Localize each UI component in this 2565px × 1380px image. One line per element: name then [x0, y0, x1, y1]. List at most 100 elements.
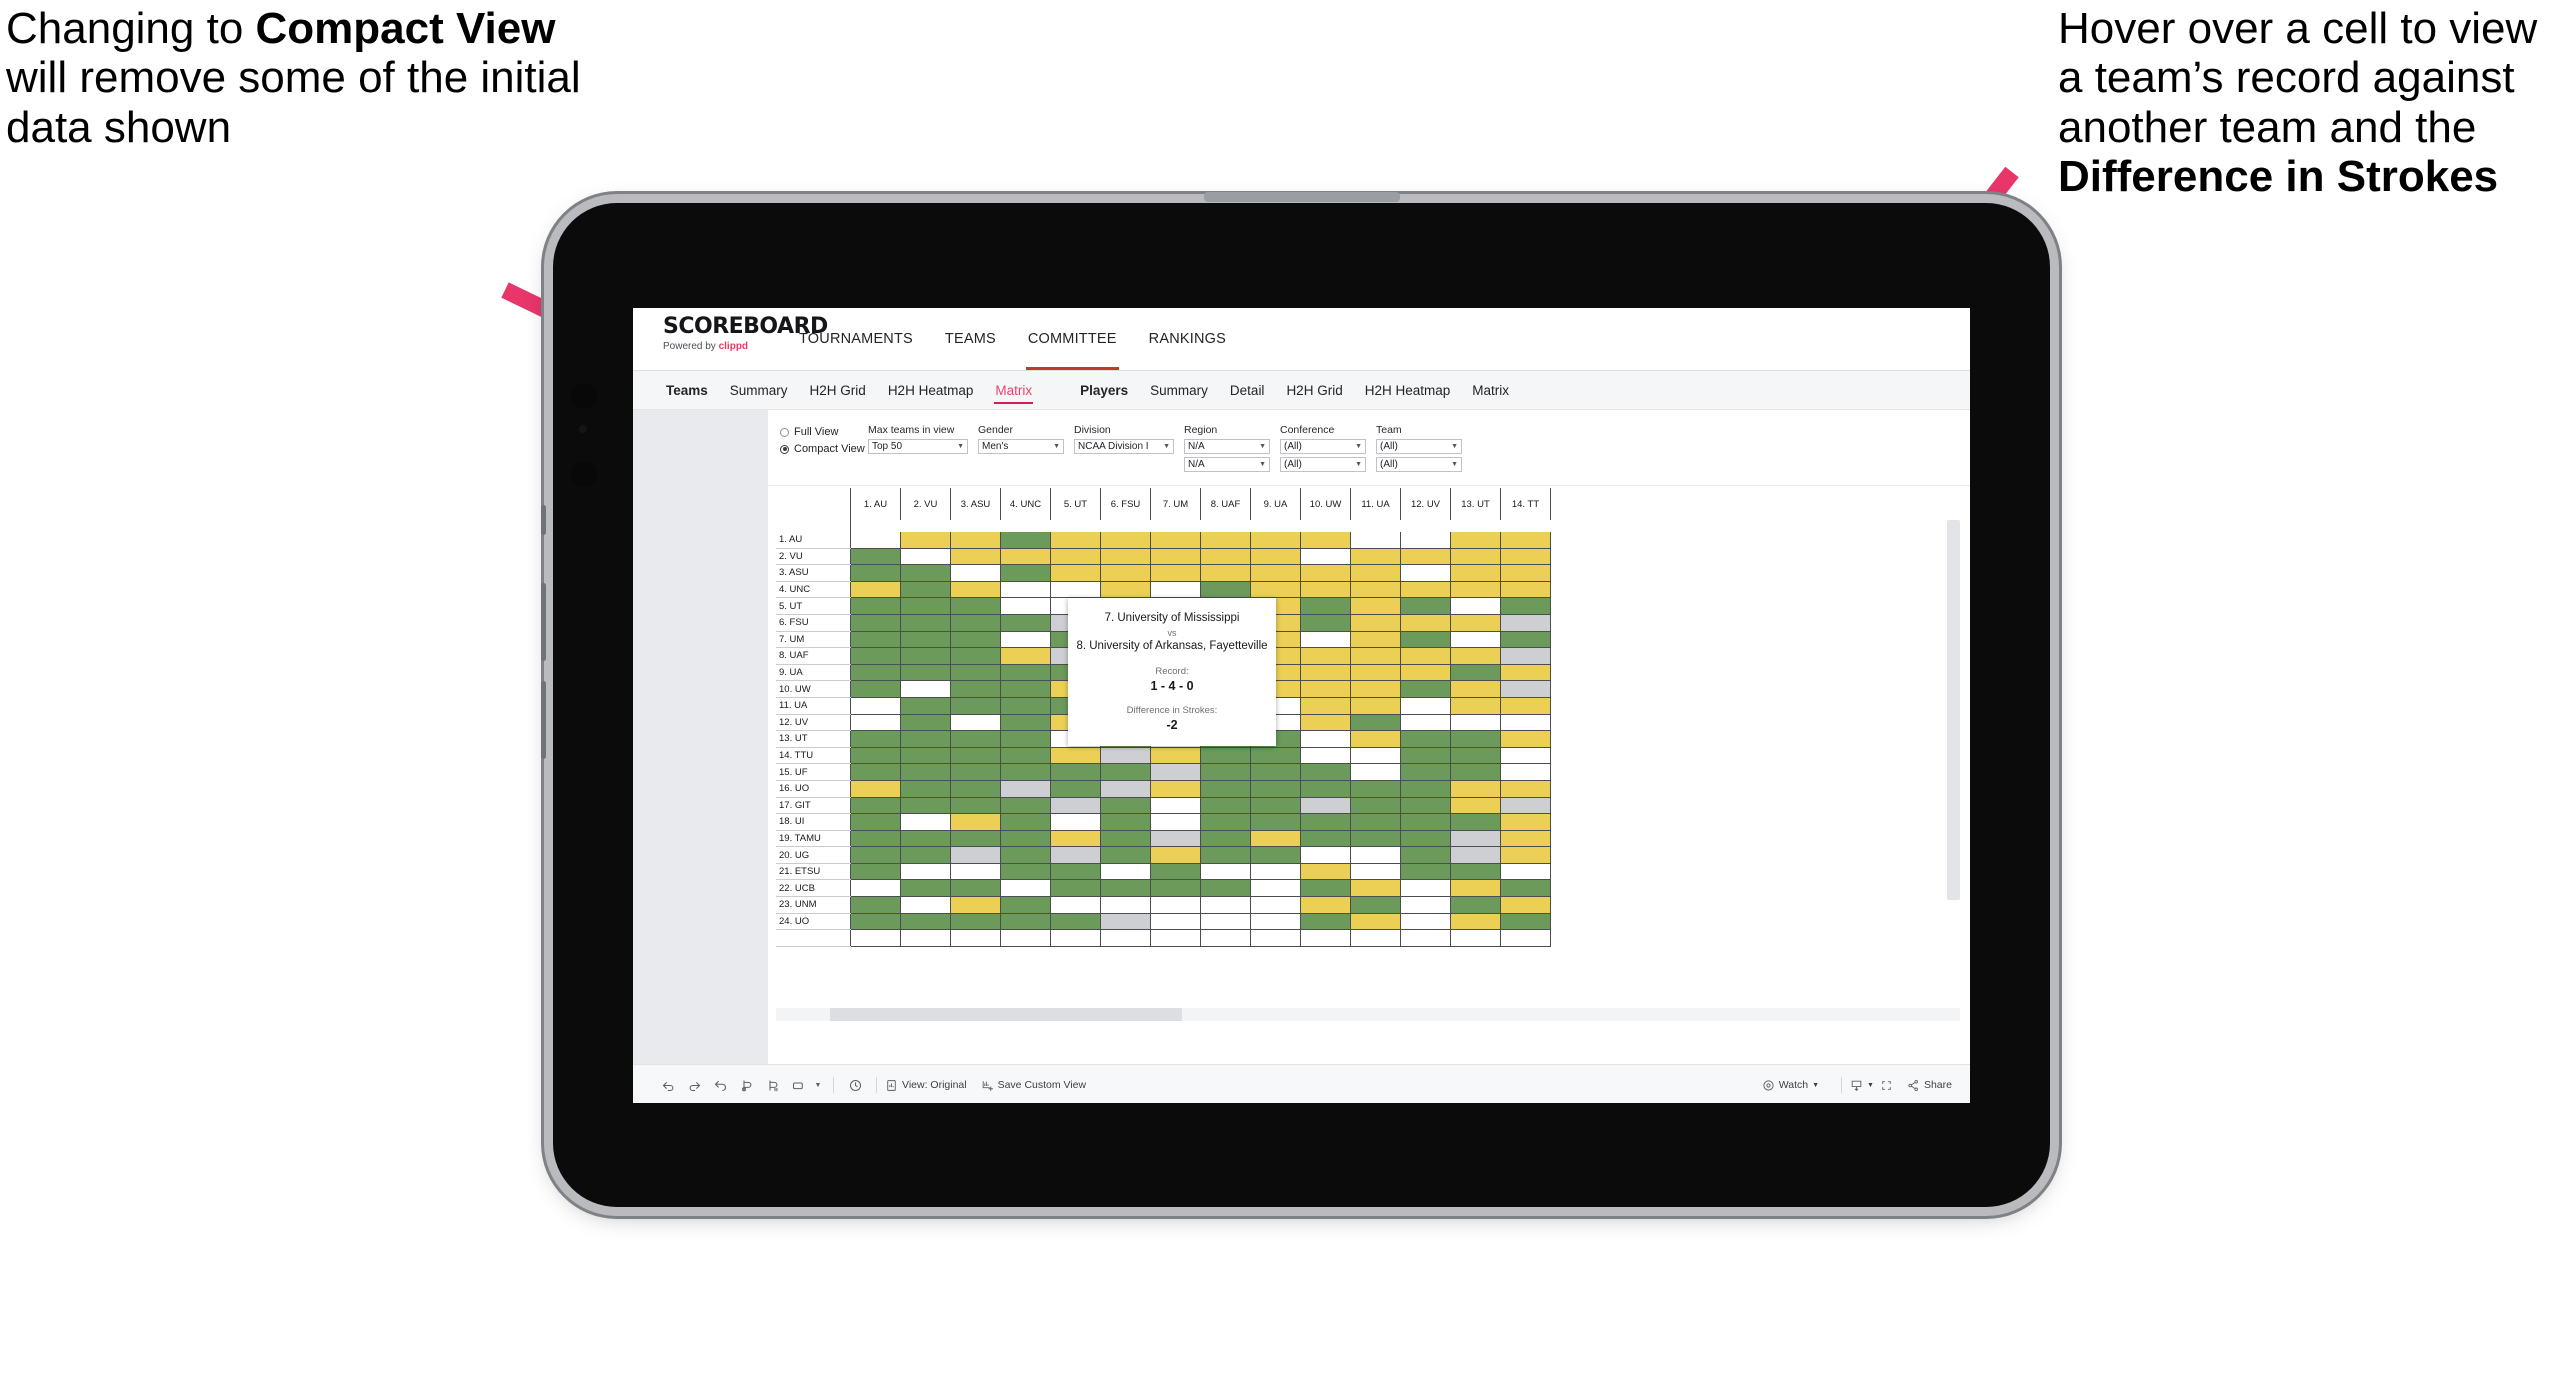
- matrix-cell[interactable]: [1350, 846, 1401, 864]
- matrix-cell[interactable]: [1000, 697, 1051, 715]
- matrix-cell[interactable]: [1000, 714, 1051, 732]
- matrix-cell[interactable]: [1450, 813, 1501, 831]
- matrix-cell[interactable]: [1500, 830, 1551, 848]
- matrix-cell[interactable]: [1350, 896, 1401, 914]
- matrix-cell[interactable]: [1400, 879, 1451, 898]
- matrix-cell[interactable]: [1450, 846, 1501, 864]
- matrix-cell[interactable]: [900, 714, 951, 732]
- pause-icon[interactable]: [759, 1072, 785, 1098]
- matrix-cell[interactable]: [1250, 564, 1301, 582]
- matrix-cell[interactable]: [1150, 813, 1201, 831]
- matrix-cell[interactable]: [1000, 564, 1051, 582]
- matrix-cell[interactable]: [1050, 879, 1101, 898]
- matrix-row-header[interactable]: 24. UO: [776, 913, 851, 931]
- matrix-cell[interactable]: [1150, 532, 1201, 549]
- matrix-cell[interactable]: [1350, 863, 1401, 881]
- matrix-cell[interactable]: [1150, 780, 1201, 798]
- filter-team-select-2[interactable]: (All) ▼: [1376, 457, 1462, 472]
- matrix-cell[interactable]: [1300, 730, 1351, 748]
- matrix-row-header[interactable]: 20. UG: [776, 846, 851, 864]
- matrix-cell[interactable]: [1100, 797, 1151, 815]
- matrix-cell[interactable]: [1500, 863, 1551, 881]
- matrix-cell[interactable]: [1300, 614, 1351, 632]
- matrix-cell[interactable]: [1050, 548, 1101, 566]
- matrix-cell[interactable]: [900, 896, 951, 914]
- matrix-cell[interactable]: [1000, 680, 1051, 698]
- matrix-cell[interactable]: [1200, 846, 1251, 864]
- matrix-cell[interactable]: [1350, 697, 1401, 715]
- matrix-cell[interactable]: [850, 664, 901, 682]
- matrix-cell[interactable]: [1150, 913, 1201, 931]
- matrix-cell[interactable]: [1200, 564, 1251, 582]
- matrix-cell[interactable]: [1050, 929, 1101, 947]
- matrix-cell[interactable]: [1400, 714, 1451, 732]
- matrix-cell[interactable]: [1300, 747, 1351, 765]
- matrix-cell[interactable]: [1250, 797, 1301, 815]
- matrix-cell[interactable]: [950, 797, 1001, 815]
- matrix-cell[interactable]: [1300, 564, 1351, 582]
- matrix-cell[interactable]: [1250, 879, 1301, 898]
- matrix-cell[interactable]: [1300, 597, 1351, 615]
- matrix-cell[interactable]: [950, 697, 1001, 715]
- matrix-cell[interactable]: [1500, 614, 1551, 632]
- matrix-cell[interactable]: [900, 813, 951, 831]
- matrix-cell[interactable]: [1050, 780, 1101, 798]
- matrix-cell[interactable]: [1000, 913, 1051, 931]
- matrix-cell[interactable]: [1000, 730, 1051, 748]
- matrix-cell[interactable]: [900, 780, 951, 798]
- matrix-cell[interactable]: [950, 597, 1001, 615]
- horizontal-scrollbar-thumb[interactable]: [830, 1008, 1182, 1021]
- matrix-cell[interactable]: [900, 846, 951, 864]
- matrix-cell[interactable]: [1100, 813, 1151, 831]
- matrix-cell[interactable]: [1300, 913, 1351, 931]
- matrix-cell[interactable]: [1450, 913, 1501, 931]
- matrix-cell[interactable]: [1500, 879, 1551, 898]
- matrix-cell[interactable]: [1450, 532, 1501, 549]
- matrix-cell[interactable]: [1350, 797, 1401, 815]
- matrix-cell[interactable]: [1000, 664, 1051, 682]
- matrix-cell[interactable]: [850, 846, 901, 864]
- matrix-cell[interactable]: [1050, 913, 1101, 931]
- matrix-cell[interactable]: [1050, 813, 1101, 831]
- redo-icon[interactable]: [681, 1072, 707, 1098]
- matrix-cell[interactable]: [1200, 581, 1251, 599]
- clock-icon[interactable]: [842, 1072, 868, 1098]
- matrix-cell[interactable]: [1200, 763, 1251, 781]
- matrix-cell[interactable]: [1000, 597, 1051, 615]
- fullscreen-button[interactable]: [1880, 1079, 1897, 1092]
- matrix-row-header[interactable]: 12. UV: [776, 714, 851, 732]
- matrix-cell[interactable]: [1250, 813, 1301, 831]
- matrix-cell[interactable]: [1400, 614, 1451, 632]
- matrix-col-header[interactable]: 2. VU: [900, 488, 951, 520]
- matrix-cell[interactable]: [1350, 730, 1401, 748]
- matrix-row-header[interactable]: 18. UI: [776, 813, 851, 831]
- matrix-cell[interactable]: [1450, 780, 1501, 798]
- matrix-cell[interactable]: [1200, 780, 1251, 798]
- matrix-cell[interactable]: [900, 532, 951, 549]
- matrix-cell[interactable]: [1350, 664, 1401, 682]
- matrix-cell[interactable]: [1250, 929, 1301, 947]
- matrix-cell[interactable]: [1000, 614, 1051, 632]
- matrix-cell[interactable]: [1450, 929, 1501, 947]
- filter-conference-select-1[interactable]: (All) ▼: [1280, 439, 1366, 454]
- matrix-col-header[interactable]: 3. ASU: [950, 488, 1001, 520]
- matrix-cell[interactable]: [1200, 879, 1251, 898]
- matrix-cell[interactable]: [1500, 896, 1551, 914]
- matrix-cell[interactable]: [1250, 780, 1301, 798]
- matrix-cell[interactable]: [1200, 532, 1251, 549]
- matrix-cell[interactable]: [900, 564, 951, 582]
- matrix-cell[interactable]: [900, 763, 951, 781]
- matrix-cell[interactable]: [1350, 879, 1401, 898]
- matrix-cell[interactable]: [1300, 797, 1351, 815]
- matrix-cell[interactable]: [1400, 564, 1451, 582]
- matrix-cell[interactable]: [850, 581, 901, 599]
- matrix-cell[interactable]: [1100, 581, 1151, 599]
- matrix-cell[interactable]: [950, 564, 1001, 582]
- matrix-cell[interactable]: [850, 780, 901, 798]
- matrix-cell[interactable]: [1450, 896, 1501, 914]
- matrix-cell[interactable]: [1250, 913, 1301, 931]
- matrix-cell[interactable]: [1100, 830, 1151, 848]
- matrix-cell[interactable]: [950, 896, 1001, 914]
- matrix-cell[interactable]: [1350, 631, 1401, 649]
- matrix-col-header[interactable]: 6. FSU: [1100, 488, 1151, 520]
